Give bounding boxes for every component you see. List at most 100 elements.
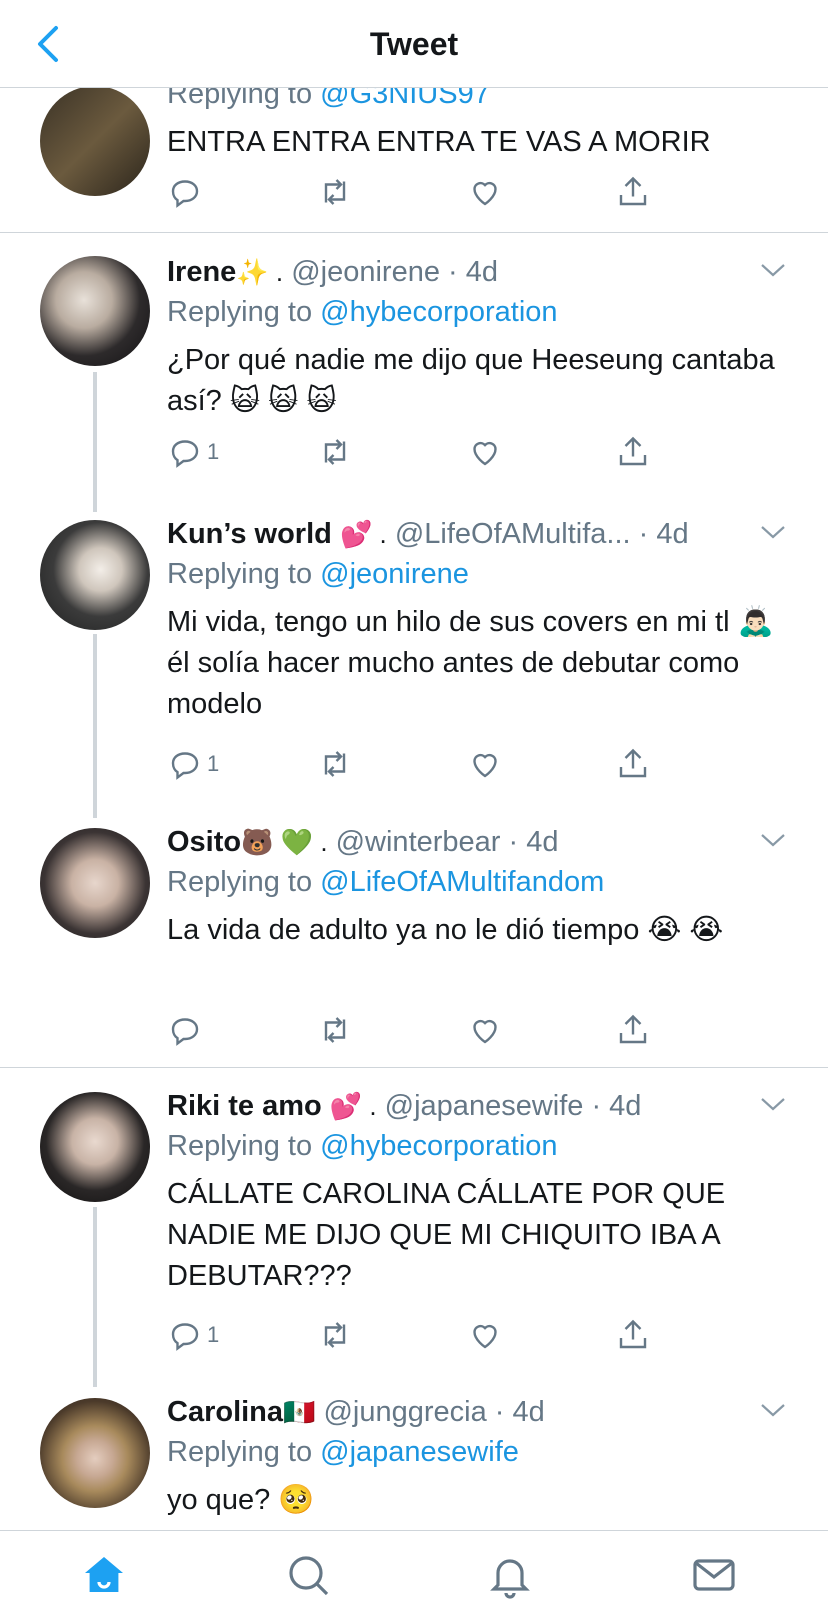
tweet-1[interactable]: Irene✨ . @jeonirene · 4d Replying to @hy… [0, 252, 828, 512]
replying-to-label: Replying to [167, 558, 313, 590]
replying-to-handle[interactable]: @hybecorporation [320, 296, 557, 328]
handle-and-time: @winterbear · 4d [335, 826, 559, 858]
reply-button[interactable]: 1 [167, 432, 219, 472]
like-button[interactable] [467, 432, 503, 472]
avatar[interactable] [40, 1398, 150, 1508]
retweet-button[interactable] [317, 1010, 353, 1050]
handle-and-time: @LifeOfAMultifa... · 4d [394, 518, 689, 550]
name-emoji: 🐻 💚 . [241, 827, 328, 857]
page-title: Tweet [369, 26, 459, 62]
handle-and-time: @japanesewife · 4d [384, 1090, 642, 1122]
replying-to-handle[interactable]: @jeonirene [320, 558, 469, 590]
chevron-down-icon[interactable] [758, 1398, 788, 1422]
reply-button[interactable] [167, 172, 203, 212]
reply-button[interactable]: 1 [167, 1315, 219, 1355]
like-button[interactable] [467, 744, 503, 784]
tweet-header: Osito🐻 💚 . @winterbear · 4d [167, 822, 798, 862]
reply-icon [171, 1018, 199, 1046]
chevron-down-icon[interactable] [758, 1092, 788, 1116]
chevron-down-icon[interactable] [758, 828, 788, 852]
tweet-header: Irene✨ . @jeonirene · 4d [167, 252, 798, 292]
share-button[interactable] [615, 432, 651, 472]
tweet-5[interactable]: Carolina🇲🇽 @junggrecia · 4d Replying to … [0, 1392, 828, 1530]
share-button[interactable] [615, 172, 651, 212]
heart-icon [473, 1324, 497, 1349]
share-button[interactable] [615, 1315, 651, 1355]
replying-to: Replying to @hybecorporation [167, 292, 798, 332]
retweet-button[interactable] [317, 1315, 353, 1355]
avatar[interactable] [40, 520, 150, 630]
share-icon [619, 1319, 647, 1349]
name-emoji: ✨ . [236, 257, 284, 287]
tweet-actions [167, 1010, 667, 1050]
replying-to-label: Replying to [167, 296, 313, 328]
retweet-button[interactable] [317, 172, 353, 212]
top-nav-bar: Tweet [0, 0, 828, 88]
tweet-header: Carolina🇲🇽 @junggrecia · 4d [167, 1392, 798, 1432]
tweet-actions [167, 172, 667, 212]
retweet-button[interactable] [317, 744, 353, 784]
chevron-down-icon[interactable] [758, 258, 788, 282]
reply-icon [171, 1323, 199, 1351]
bell-icon [490, 1559, 530, 1599]
replying-to-label: Replying to [167, 1436, 313, 1468]
tab-notifications[interactable] [486, 1551, 534, 1599]
chevron-down-icon[interactable] [758, 520, 788, 544]
tweet-actions: 1 [167, 744, 667, 784]
tweet-actions: 1 [167, 1315, 667, 1355]
divider [0, 232, 828, 233]
tab-messages[interactable] [690, 1551, 738, 1599]
share-button[interactable] [615, 1010, 651, 1050]
tweet-text: Mi vida, tengo un hilo de sus covers en … [167, 606, 774, 720]
tweet-text: yo que? 🥺 [167, 1484, 315, 1516]
like-button[interactable] [467, 1315, 503, 1355]
like-button[interactable] [467, 1010, 503, 1050]
tweet-text: La vida de adulto ya no le dió tiempo 😭 … [167, 914, 724, 946]
name-emoji: 🇲🇽 [283, 1397, 316, 1427]
tweet-feed[interactable]: Replying to @G3NIUS97 ENTRA ENTRA ENTRA … [0, 0, 828, 1530]
reply-button[interactable]: 1 [167, 744, 219, 784]
replying-to: Replying to @japanesewife [167, 1432, 798, 1472]
retweet-icon [324, 179, 346, 205]
divider [0, 1067, 828, 1068]
retweet-icon [324, 1017, 346, 1043]
reply-count: 1 [207, 439, 220, 464]
search-icon [289, 1556, 329, 1596]
heart-icon [473, 1019, 497, 1044]
tweet-actions: 1 [167, 432, 667, 472]
heart-icon [473, 753, 497, 778]
share-button[interactable] [615, 744, 651, 784]
display-name[interactable]: Irene [167, 256, 236, 288]
reply-icon [171, 440, 199, 468]
replying-to-handle[interactable]: @hybecorporation [320, 1130, 557, 1162]
reply-button[interactable] [167, 1010, 203, 1050]
share-icon [619, 1014, 647, 1044]
reply-icon [171, 752, 199, 780]
handle-and-time: @junggrecia · 4d [323, 1396, 545, 1428]
retweet-button[interactable] [317, 432, 353, 472]
display-name[interactable]: Kun’s world [167, 518, 332, 550]
avatar[interactable] [40, 86, 150, 196]
replying-to-handle[interactable]: @japanesewife [320, 1436, 519, 1468]
tab-home[interactable] [80, 1551, 128, 1599]
home-icon [85, 1557, 123, 1592]
name-emoji: 💕 . [329, 1091, 377, 1121]
heart-icon [473, 181, 497, 206]
tweet-text: ENTRA ENTRA ENTRA TE VAS A MORIR [167, 126, 711, 158]
tweet-text: CÁLLATE CAROLINA CÁLLATE POR QUE NADIE M… [167, 1178, 726, 1292]
like-button[interactable] [467, 172, 503, 212]
tab-search[interactable] [284, 1551, 332, 1599]
bottom-tab-bar [0, 1530, 828, 1600]
mail-icon [693, 1559, 735, 1591]
replying-to: Replying to @hybecorporation [167, 1126, 798, 1166]
tweet-header: Kun’s world 💕 . @LifeOfAMultifa... · 4d [167, 514, 798, 554]
display-name[interactable]: Riki te amo [167, 1090, 322, 1122]
replying-to-handle[interactable]: @LifeOfAMultifandom [320, 866, 604, 898]
display-name[interactable]: Carolina [167, 1396, 283, 1428]
heart-icon [473, 441, 497, 466]
share-icon [619, 436, 647, 466]
avatar[interactable] [40, 256, 150, 366]
avatar[interactable] [40, 1092, 150, 1202]
display-name[interactable]: Osito [167, 826, 241, 858]
avatar[interactable] [40, 828, 150, 938]
